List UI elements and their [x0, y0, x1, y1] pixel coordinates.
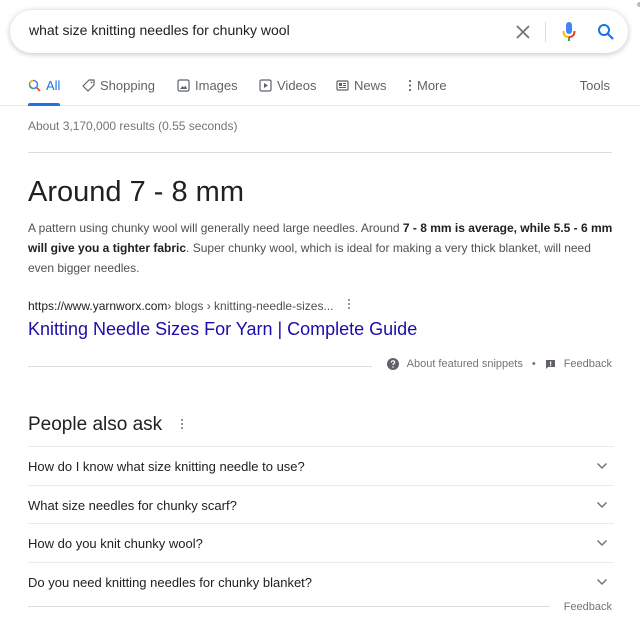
- featured-snippet-text: A pattern using chunky wool will general…: [28, 218, 614, 278]
- tab-videos[interactable]: Videos: [259, 72, 317, 106]
- more-vert-icon: [181, 419, 184, 429]
- clear-search-button[interactable]: [513, 22, 533, 42]
- paa-question-text: How do you knit chunky wool?: [28, 535, 203, 551]
- search-icon: [28, 79, 41, 92]
- paa-bottom-divider: [28, 606, 550, 607]
- more-vert-icon: [348, 299, 351, 309]
- paa-question[interactable]: Do you need knitting needles for chunky …: [28, 562, 614, 601]
- tab-more[interactable]: More: [408, 72, 447, 106]
- close-icon: [516, 25, 530, 39]
- chevron-down-icon: [596, 501, 608, 509]
- search-button[interactable]: [594, 20, 618, 44]
- paa-question-text: Do you need knitting needles for chunky …: [28, 574, 313, 590]
- people-also-ask-options-button[interactable]: [180, 417, 184, 433]
- search-input[interactable]: [29, 22, 489, 38]
- paa-question[interactable]: What size needles for chunky scarf?: [28, 485, 614, 524]
- microphone-icon: [562, 22, 576, 41]
- tab-all[interactable]: All: [28, 72, 61, 106]
- chevron-down-icon: [596, 462, 608, 470]
- tab-shopping[interactable]: Shopping: [82, 72, 155, 106]
- voice-search-button[interactable]: [558, 20, 580, 44]
- tab-news[interactable]: News: [336, 72, 387, 106]
- tab-videos-label: Videos: [277, 78, 317, 93]
- result-citation: https://www.yarnworx.com › blogs › knitt…: [28, 298, 351, 313]
- help-icon: [386, 358, 399, 370]
- featured-answer: Around 7 - 8 mm: [28, 176, 244, 208]
- snippet-feedback-link[interactable]: Feedback: [545, 358, 612, 370]
- tab-news-label: News: [354, 78, 387, 93]
- snippet-text-part: A pattern using chunky wool will general…: [28, 221, 403, 235]
- search-bar: [10, 10, 628, 53]
- snippet-footer: About featured snippets • Feedback: [386, 358, 612, 370]
- result-stats: About 3,170,000 results (0.55 seconds): [28, 119, 238, 133]
- divider: [28, 152, 612, 153]
- about-featured-snippets-label: About featured snippets: [406, 358, 523, 370]
- tab-all-label: All: [46, 78, 61, 93]
- newspaper-icon: [336, 80, 349, 91]
- people-also-ask-title: People also ask: [28, 414, 163, 435]
- tab-images-label: Images: [195, 78, 238, 93]
- search-icon: [598, 24, 614, 40]
- search-divider: [545, 22, 546, 42]
- paa-question-text: How do I know what size knitting needle …: [28, 458, 305, 474]
- cite-breadcrumb: › blogs › knitting-needle-sizes...: [167, 298, 334, 313]
- play-icon: [259, 79, 272, 92]
- people-also-ask-heading: People also ask: [28, 414, 184, 436]
- result-options-button[interactable]: [347, 298, 351, 313]
- paa-question[interactable]: How do I know what size knitting needle …: [28, 446, 614, 485]
- paa-question[interactable]: How do you knit chunky wool?: [28, 523, 614, 562]
- tag-icon: [82, 79, 95, 92]
- image-icon: [177, 79, 190, 92]
- cite-domain: https://www.yarnworx.com: [28, 298, 168, 313]
- footer-separator: •: [531, 358, 536, 370]
- chevron-down-icon: [596, 578, 608, 586]
- paa-question-text: What size needles for chunky scarf?: [28, 497, 237, 513]
- tab-shopping-label: Shopping: [100, 78, 155, 93]
- tab-images[interactable]: Images: [177, 72, 238, 106]
- chevron-down-icon: [596, 539, 608, 547]
- tab-more-label: More: [417, 78, 447, 93]
- tools-button[interactable]: Tools: [580, 78, 610, 93]
- result-title-link[interactable]: Knitting Needle Sizes For Yarn | Complet…: [28, 319, 417, 340]
- about-featured-snippets-link[interactable]: About featured snippets: [386, 358, 523, 370]
- paa-feedback-link[interactable]: Feedback: [564, 601, 612, 613]
- search-tabs: All Shopping Images Videos News More Too…: [0, 72, 640, 106]
- snippet-feedback-label: Feedback: [563, 358, 612, 370]
- feedback-icon: [545, 359, 555, 369]
- snippet-footer-divider: [28, 366, 372, 367]
- more-vert-icon: [408, 79, 412, 92]
